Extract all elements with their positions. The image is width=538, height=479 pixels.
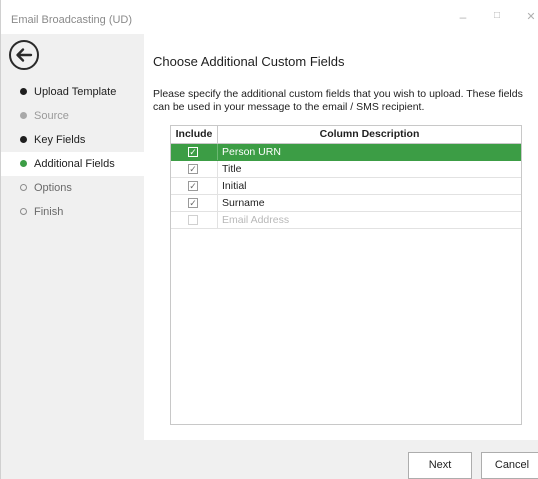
- step-label: Options: [34, 182, 72, 194]
- step-label: Finish: [34, 206, 64, 218]
- step-source[interactable]: Source: [1, 104, 144, 128]
- column-description-cell: Email Address: [222, 214, 290, 226]
- column-description-cell: Initial: [222, 180, 247, 192]
- include-cell: ✓: [171, 161, 218, 177]
- include-checkbox[interactable]: ✓: [188, 147, 198, 157]
- include-checkbox[interactable]: ✓: [188, 164, 198, 174]
- step-finish[interactable]: Finish: [1, 200, 144, 224]
- next-button[interactable]: Next: [408, 452, 472, 479]
- step-status-dot: [20, 136, 27, 143]
- grid-header: Include Column Description: [171, 126, 521, 144]
- step-label: Key Fields: [34, 134, 86, 146]
- step-status-dot: [20, 88, 27, 95]
- step-options[interactable]: Options: [1, 176, 144, 200]
- minimize-button[interactable]: –: [453, 10, 473, 24]
- include-checkbox: [188, 215, 198, 225]
- page-title: Choose Additional Custom Fields: [153, 54, 345, 69]
- page-description: Please specify the additional custom fie…: [153, 88, 523, 113]
- step-status-dot: [20, 160, 27, 167]
- step-label: Upload Template: [34, 86, 117, 98]
- step-key-fields[interactable]: Key Fields: [1, 128, 144, 152]
- step-status-dot: [20, 112, 27, 119]
- custom-fields-grid[interactable]: Include Column Description ✓ Person URN …: [170, 125, 522, 425]
- table-row: Email Address: [171, 212, 521, 229]
- column-description-cell: Title: [222, 163, 242, 175]
- title-bar: Email Broadcasting (UD) – □ ✕: [1, 0, 538, 34]
- include-cell: ✓: [171, 195, 218, 211]
- include-cell: [171, 212, 218, 228]
- column-header-description[interactable]: Column Description: [218, 126, 521, 143]
- table-row[interactable]: ✓ Person URN: [171, 144, 521, 161]
- wizard-window: Email Broadcasting (UD) – □ ✕ Upload Tem…: [0, 0, 538, 479]
- close-button[interactable]: ✕: [521, 10, 538, 23]
- include-checkbox[interactable]: ✓: [188, 181, 198, 191]
- column-description-cell: Surname: [222, 197, 265, 209]
- step-additional-fields[interactable]: Additional Fields: [1, 152, 144, 176]
- window-title: Email Broadcasting (UD): [11, 14, 133, 26]
- table-row[interactable]: ✓ Surname: [171, 195, 521, 212]
- step-upload-template[interactable]: Upload Template: [1, 80, 144, 104]
- cancel-button[interactable]: Cancel: [481, 452, 538, 479]
- step-label: Additional Fields: [34, 158, 115, 170]
- table-row[interactable]: ✓ Title: [171, 161, 521, 178]
- include-cell: ✓: [171, 178, 218, 194]
- step-status-dot: [20, 184, 27, 191]
- include-cell: ✓: [171, 144, 218, 160]
- arrow-left-icon: [16, 48, 33, 62]
- column-description-cell: Person URN: [222, 146, 281, 158]
- back-button[interactable]: [9, 40, 39, 70]
- step-status-dot: [20, 208, 27, 215]
- maximize-button[interactable]: □: [487, 10, 507, 21]
- step-label: Source: [34, 110, 69, 122]
- include-checkbox[interactable]: ✓: [188, 198, 198, 208]
- table-row[interactable]: ✓ Initial: [171, 178, 521, 195]
- column-header-include[interactable]: Include: [171, 126, 218, 143]
